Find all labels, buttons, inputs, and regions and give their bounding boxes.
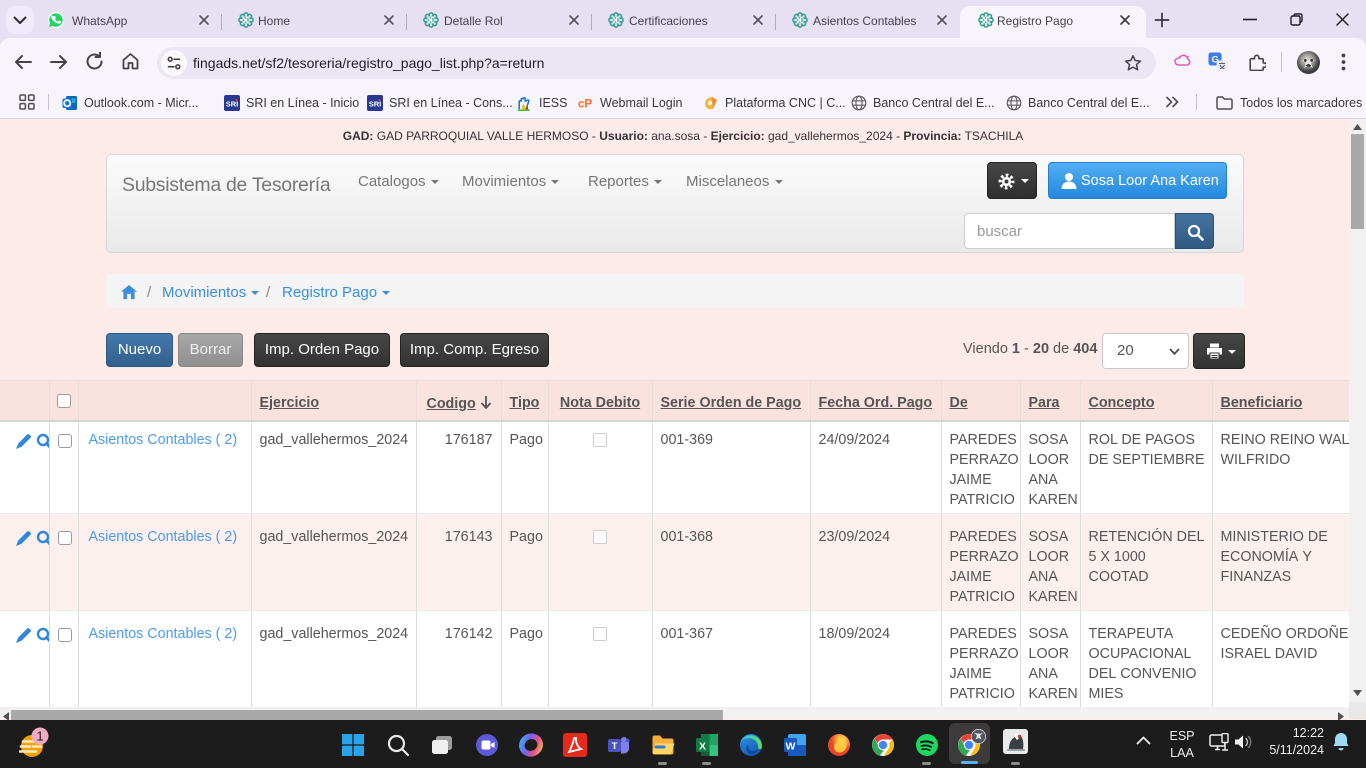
svg-text:1: 1 <box>36 729 43 744</box>
svg-text:X: X <box>699 741 706 753</box>
svg-text:cP: cP <box>578 99 592 111</box>
svg-text:W: W <box>786 741 796 753</box>
svg-text:T: T <box>612 741 618 752</box>
